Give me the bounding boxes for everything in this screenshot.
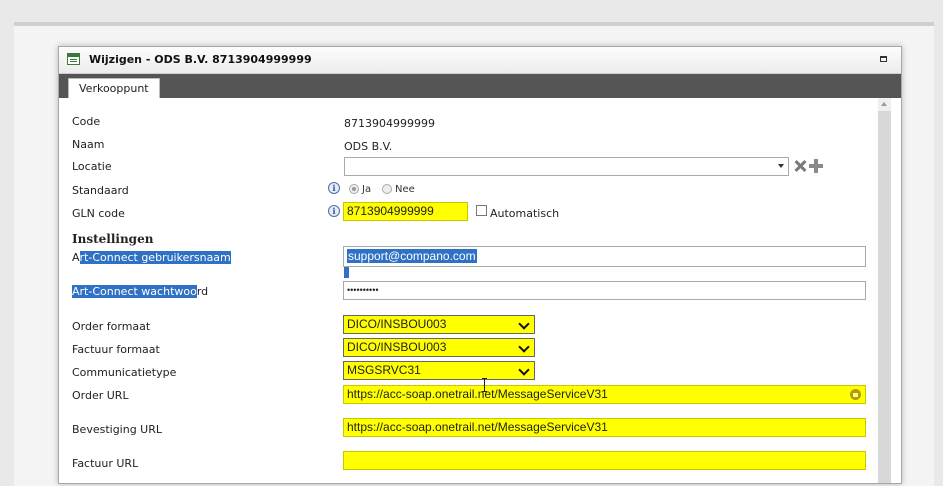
- standaard-label: Standaard: [72, 184, 129, 197]
- radio-nee[interactable]: [382, 184, 392, 194]
- factuur-url-label: Factuur URL: [72, 457, 139, 470]
- section-title: Instellingen: [72, 232, 154, 246]
- tab-verkooppunt[interactable]: Verkooppunt: [68, 78, 160, 99]
- artconnect-user-input[interactable]: support@compano.com: [343, 246, 866, 267]
- vertical-scrollbar[interactable]: [878, 98, 891, 483]
- add-plus-icon[interactable]: [809, 159, 823, 173]
- radio-nee-label: Nee: [395, 184, 415, 195]
- order-url-label: Order URL: [72, 389, 129, 402]
- order-url-input[interactable]: https://acc-soap.onetrail.net/MessageSer…: [343, 385, 866, 404]
- bevestiging-url-input[interactable]: https://acc-soap.onetrail.net/MessageSer…: [343, 418, 866, 437]
- dialog-titlebar[interactable]: Wijzigen - ODS B.V. 8713904999999: [59, 47, 901, 74]
- locatie-label: Locatie: [72, 160, 112, 173]
- mouse-cursor: [482, 378, 487, 392]
- tab-bar: Verkooppunt: [59, 74, 901, 99]
- info-icon[interactable]: i: [328, 205, 340, 217]
- automatisch-checkbox[interactable]: [476, 205, 487, 216]
- form-window-icon: [67, 53, 80, 65]
- naam-value: ODS B.V.: [344, 140, 393, 153]
- artconnect-pass-label: Art-Connect wachtwoord: [72, 285, 209, 298]
- factuur-formaat-select[interactable]: DICO/INSBOU003: [343, 338, 535, 357]
- radio-ja-label: Ja: [362, 184, 372, 195]
- radio-ja[interactable]: [349, 184, 359, 194]
- order-formaat-select[interactable]: DICO/INSBOU003: [343, 315, 535, 334]
- chevron-down-icon: [518, 364, 530, 376]
- artconnect-pass-input[interactable]: ••••••••••: [343, 281, 866, 300]
- chevron-down-icon: [518, 341, 530, 353]
- chevron-down-icon: [778, 164, 784, 168]
- factuur-url-input[interactable]: [343, 451, 866, 470]
- delete-x-icon[interactable]: [793, 159, 807, 173]
- automatisch-label: Automatisch: [490, 207, 560, 220]
- factuur-formaat-label: Factuur formaat: [72, 343, 160, 356]
- locatie-select[interactable]: [344, 157, 789, 176]
- naam-label: Naam: [72, 138, 105, 151]
- gln-input[interactable]: 8713904999999: [343, 202, 468, 221]
- scroll-up-arrow-icon[interactable]: [878, 98, 891, 111]
- lock-icon: [850, 389, 861, 400]
- selection-caret: [344, 267, 349, 278]
- maximize-icon[interactable]: [880, 56, 887, 62]
- code-value: 8713904999999: [344, 117, 435, 130]
- communicatietype-label: Communicatietype: [72, 366, 177, 379]
- chevron-down-icon: [518, 318, 530, 330]
- dialog-title: Wijzigen - ODS B.V. 8713904999999: [89, 53, 312, 66]
- form-content: Code 8713904999999 Naam ODS B.V. Locatie…: [59, 98, 901, 483]
- info-icon[interactable]: i: [328, 182, 340, 194]
- order-formaat-label: Order formaat: [72, 320, 151, 333]
- communicatietype-select[interactable]: MSGSRVC31: [343, 361, 535, 380]
- code-label: Code: [72, 115, 101, 128]
- edit-dialog: Wijzigen - ODS B.V. 8713904999999 Verkoo…: [58, 46, 902, 484]
- bevestiging-url-label: Bevestiging URL: [72, 423, 163, 436]
- gln-label: GLN code: [72, 207, 125, 220]
- artconnect-user-label: Art-Connect gebruikersnaam: [72, 251, 231, 264]
